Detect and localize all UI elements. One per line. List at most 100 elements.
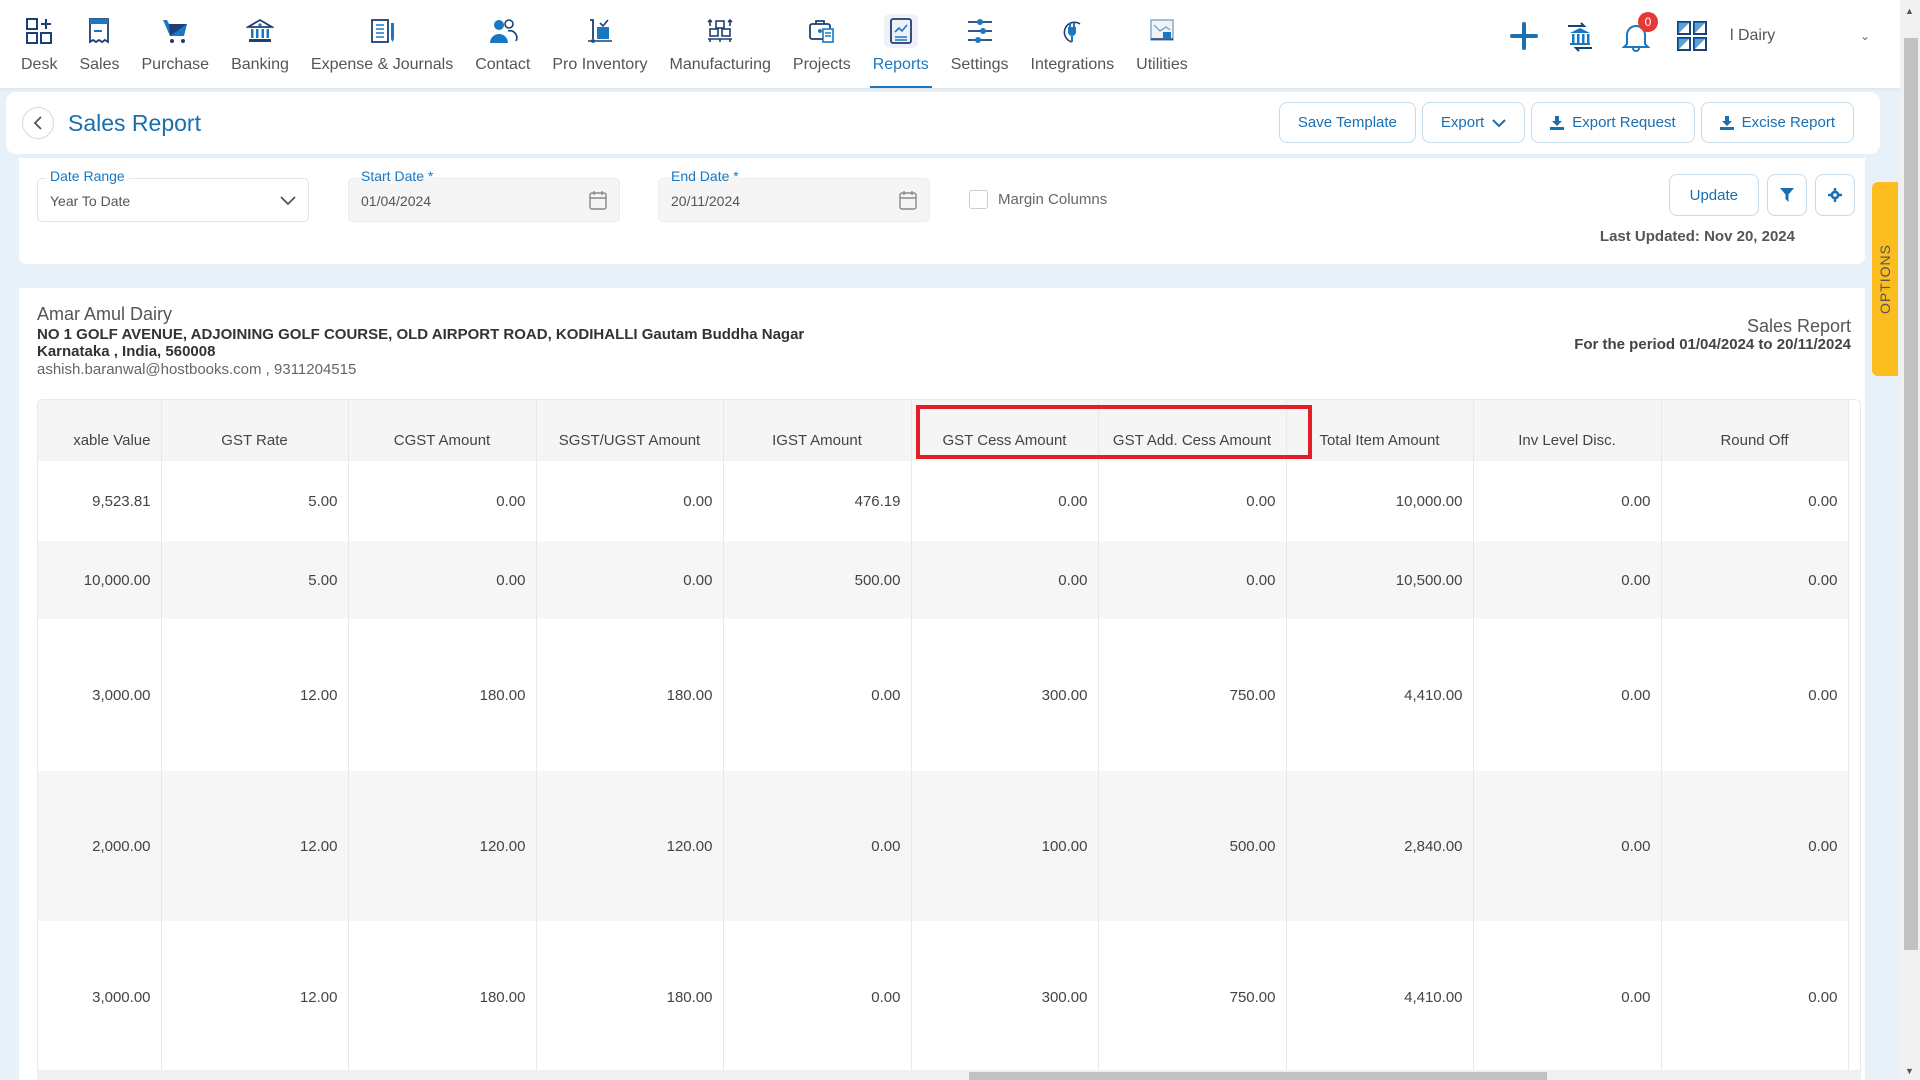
table-cell: 100.00	[911, 771, 1099, 921]
quick-add-button[interactable]	[1506, 18, 1542, 54]
chevron-down-icon[interactable]: ⌄	[1860, 29, 1870, 43]
scrollbar-thumb[interactable]	[1904, 38, 1918, 950]
table-cell: 9,523.81	[38, 461, 162, 541]
nav-item-settings[interactable]: Settings	[940, 0, 1020, 88]
column-header[interactable]: Round Off	[1661, 400, 1849, 461]
nav-item-sales[interactable]: Sales	[68, 0, 130, 88]
table-cell: 0.00	[1473, 461, 1662, 541]
margin-columns-checkbox[interactable]: Margin Columns	[969, 190, 1107, 209]
apps-grid-button[interactable]	[1674, 18, 1710, 54]
nav-item-manufacturing[interactable]: Manufacturing	[659, 0, 782, 88]
download-icon	[1550, 115, 1565, 130]
table-cell: 4,410.00	[1286, 921, 1474, 1073]
chevron-down-icon	[280, 196, 296, 206]
nav-item-label: Expense & Journals	[310, 56, 454, 73]
nav-item-expense-journals[interactable]: Expense & Journals	[300, 0, 464, 88]
nav-item-pro-inventory[interactable]: Pro Inventory	[541, 0, 658, 88]
excise-report-button[interactable]: Excise Report	[1700, 102, 1854, 143]
company-name: Amar Amul Dairy	[37, 304, 173, 324]
column-header[interactable]: IGST Amount	[723, 400, 912, 461]
table-cell: 0.00	[348, 541, 537, 619]
column-header[interactable]: CGST Amount	[348, 400, 537, 461]
nav-item-desk[interactable]: Desk	[10, 0, 68, 88]
table-cell: 0.00	[1473, 619, 1662, 771]
table-cell: 0.00	[536, 461, 724, 541]
table-cell: 12.00	[161, 771, 349, 921]
scroll-up-arrow-icon[interactable]: ▲	[1905, 6, 1914, 16]
calendar-icon[interactable]	[899, 190, 917, 210]
end-date-value: 20/11/2024	[671, 193, 741, 209]
scroll-down-arrow-icon[interactable]: ▼	[1905, 1066, 1914, 1076]
update-button[interactable]: Update	[1668, 174, 1759, 216]
notification-badge: 0	[1637, 12, 1658, 32]
column-header[interactable]: GST Rate	[161, 400, 349, 461]
save-template-button[interactable]: Save Template	[1278, 102, 1416, 143]
table-cell: 750.00	[1098, 619, 1287, 771]
table-cell: 0.00	[1661, 541, 1849, 619]
page-vertical-scrollbar[interactable]: ▲ ▼	[1900, 0, 1920, 1080]
settings-sliders-icon	[963, 14, 997, 48]
column-header[interactable]: GST Cess Amount	[911, 400, 1099, 461]
nav-item-contact[interactable]: Contact	[464, 0, 541, 88]
export-request-button[interactable]: Export Request	[1531, 102, 1695, 143]
table-cell: 300.00	[911, 921, 1099, 1073]
end-date-input[interactable]: End Date * 20/11/2024	[658, 168, 930, 222]
options-side-tab[interactable]: OPTIONS	[1872, 182, 1898, 376]
nav-item-projects[interactable]: Projects	[782, 0, 862, 88]
export-dropdown-button[interactable]: Export	[1421, 102, 1526, 143]
column-header[interactable]: Total Item Amount	[1286, 400, 1474, 461]
bank-transfer-icon	[1567, 22, 1592, 52]
download-icon	[1719, 115, 1734, 130]
back-button[interactable]	[22, 107, 54, 139]
table-cell: 0.00	[1098, 541, 1287, 619]
column-header[interactable]: xable Value	[38, 400, 162, 461]
table-cell: 0.00	[723, 771, 912, 921]
manufacturing-icon	[703, 14, 737, 48]
filter-actions: Update	[1668, 174, 1855, 216]
nav-item-label: Utilities	[1136, 56, 1188, 73]
nav-item-label: Manufacturing	[669, 56, 771, 73]
nav-item-purchase[interactable]: Purchase	[130, 0, 220, 88]
date-range-select[interactable]: Date Range Year To Date	[37, 168, 309, 222]
table-cell: 10,000.00	[1286, 461, 1474, 541]
column-header[interactable]: Inv Level Disc.	[1473, 400, 1662, 461]
chevron-left-icon	[33, 116, 42, 130]
column-header[interactable]: GST Add. Cess Amount	[1098, 400, 1287, 461]
table-horizontal-scrollbar[interactable]	[37, 1070, 1861, 1080]
table-cell: 0.00	[1098, 461, 1287, 541]
chevron-down-icon	[1492, 118, 1506, 127]
table-cell: 5.00	[161, 541, 349, 619]
filter-button[interactable]	[1767, 174, 1807, 216]
table-cell: 300.00	[911, 619, 1099, 771]
calendar-icon[interactable]	[589, 190, 607, 210]
last-updated-text: Last Updated: Nov 20, 2024	[1599, 228, 1795, 245]
integrations-plug-icon	[1055, 14, 1089, 48]
table-cell: 12.00	[161, 619, 349, 771]
checkbox-box[interactable]	[969, 190, 988, 209]
contact-icon	[486, 14, 520, 48]
nav-item-utilities[interactable]: Utilities	[1125, 0, 1199, 88]
report-table: xable Value GST Rate CGST Amount SGST/UGST …	[38, 400, 1849, 1073]
nav-item-label: Projects	[792, 56, 851, 73]
margin-columns-label: Margin Columns	[998, 191, 1108, 208]
reports-icon	[883, 14, 918, 48]
settings-button[interactable]	[1815, 174, 1855, 216]
inventory-icon	[583, 14, 617, 48]
table-cell: 0.00	[911, 541, 1099, 619]
table-cell: 476.19	[723, 461, 912, 541]
notifications-button[interactable]: 0	[1618, 12, 1658, 54]
company-selector[interactable]: l Dairy	[1730, 27, 1840, 45]
gear-icon	[1828, 188, 1842, 202]
nav-item-reports[interactable]: Reports	[862, 0, 940, 88]
nav-item-integrations[interactable]: Integrations	[1020, 0, 1126, 88]
column-header[interactable]: SGST/UGST Amount	[536, 400, 724, 461]
table-header-row: xable Value GST Rate CGST Amount SGST/UGST …	[38, 400, 1849, 461]
nav-item-banking[interactable]: Banking	[220, 0, 300, 88]
company-address-line1: NO 1 GOLF AVENUE, ADJOINING GOLF COURSE,…	[37, 326, 805, 343]
table-cell: 0.00	[1473, 921, 1662, 1073]
horizontal-scrollbar-thumb[interactable]	[969, 1072, 1547, 1080]
start-date-input[interactable]: Start Date * 01/04/2024	[348, 168, 620, 222]
table-cell: 180.00	[536, 921, 724, 1073]
table-cell: 3,000.00	[38, 921, 162, 1073]
bank-transfer-button[interactable]	[1562, 18, 1598, 54]
